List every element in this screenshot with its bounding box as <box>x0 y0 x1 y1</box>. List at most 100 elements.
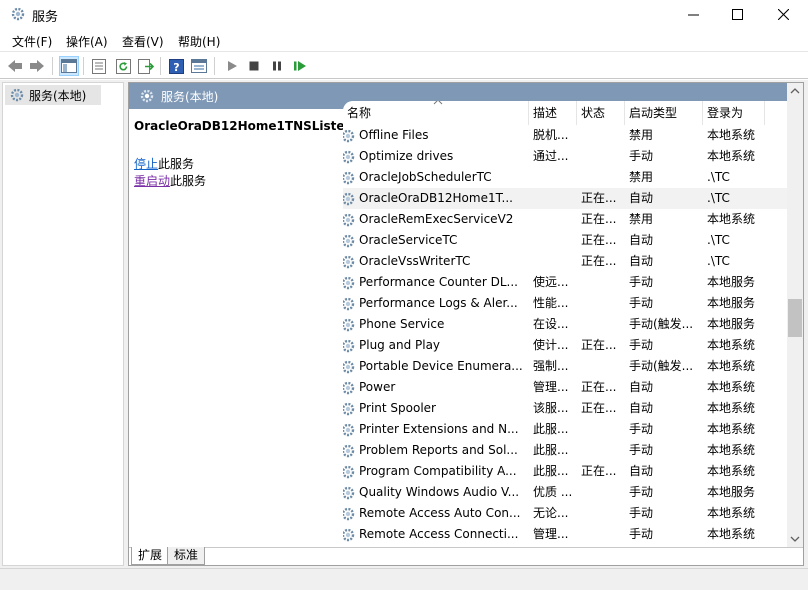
service-row[interactable]: OracleOraDB12Home1T... 正在... 自动 .\TC <box>343 188 787 209</box>
service-gear-icon <box>343 486 355 499</box>
service-row[interactable]: Program Compatibility A... 此服... 正在... 自动 本地… <box>343 461 787 482</box>
tree-item-services-local[interactable]: 服务(本地) <box>5 85 101 105</box>
menu-file[interactable]: 文件(F) <box>12 33 52 50</box>
column-header-status[interactable]: 状态 <box>577 101 625 125</box>
service-name: Offline Files <box>359 128 429 142</box>
service-row[interactable]: Optimize drives 通过... 手动 本地系统 <box>343 146 787 167</box>
help-icon: ? <box>168 58 184 74</box>
service-description: 此服... <box>533 443 569 457</box>
stop-service-button[interactable] <box>244 56 264 76</box>
service-status: 正在... <box>581 212 617 226</box>
service-row[interactable]: Performance Logs & Aler... 性能... 手动 本地服务 <box>343 293 787 314</box>
service-name: OracleJobSchedulerTC <box>359 170 492 184</box>
column-header-description[interactable]: 描述 <box>529 101 577 125</box>
restart-service-link[interactable]: 重启动 <box>134 174 170 188</box>
close-button[interactable] <box>760 0 806 28</box>
scroll-down-icon[interactable] <box>790 535 800 543</box>
pause-service-button[interactable] <box>267 56 287 76</box>
column-header-name[interactable]: 名称 <box>343 101 529 125</box>
service-row[interactable]: Remote Access Auto Con... 无论... 手动 本地系统 <box>343 503 787 524</box>
service-row[interactable]: Power 管理... 正在... 自动 本地系统 <box>343 377 787 398</box>
service-startup-type: 手动 <box>629 149 654 163</box>
scroll-up-icon[interactable] <box>790 87 800 95</box>
service-row[interactable]: OracleJobSchedulerTC 禁用 .\TC <box>343 167 787 188</box>
service-log-on-as: 本地系统 <box>707 380 756 394</box>
start-service-button[interactable] <box>222 56 242 76</box>
service-row[interactable]: Quality Windows Audio V... 优质 ... 手动 本地服务 <box>343 482 787 503</box>
toolbar-separator <box>83 57 84 75</box>
service-gear-icon <box>343 318 355 331</box>
service-description: 使远... <box>533 275 569 289</box>
service-row[interactable]: Portable Device Enumera... 强制... 手动(触发... 本… <box>343 356 787 377</box>
service-row[interactable]: Print Spooler 该服... 正在... 自动 本地系统 <box>343 398 787 419</box>
service-gear-icon <box>343 423 355 436</box>
view-button[interactable] <box>189 56 209 76</box>
service-name: Problem Reports and Sol... <box>359 443 518 457</box>
export-list-button[interactable] <box>136 56 156 76</box>
service-name: Remote Access Connecti... <box>359 527 519 541</box>
service-name: OracleServiceTC <box>359 233 458 247</box>
properties-button[interactable] <box>89 56 109 76</box>
toolbar-separator <box>160 57 161 75</box>
column-header-log-on-as[interactable]: 登录为 <box>703 101 765 125</box>
minimize-button[interactable] <box>670 0 716 28</box>
service-row[interactable]: OracleVssWriterTC 正在... 自动 .\TC <box>343 251 787 272</box>
svg-text:?: ? <box>173 61 179 74</box>
service-log-on-as: .\TC <box>707 170 730 184</box>
help-button[interactable]: ? <box>166 56 186 76</box>
selected-service-name: OracleOraDB12Home1TNSListener <box>134 119 368 133</box>
service-description: 使计... <box>533 338 569 352</box>
service-row[interactable]: Performance Counter DL... 使远... 手动 本地服务 <box>343 272 787 293</box>
title-bar: 服务 <box>0 0 808 30</box>
service-startup-type: 手动 <box>629 527 654 541</box>
stop-service-link[interactable]: 停止 <box>134 157 158 171</box>
export-list-icon <box>138 58 154 74</box>
service-row[interactable]: Problem Reports and Sol... 此服... 手动 本地系统 <box>343 440 787 461</box>
tab-standard[interactable]: 标准 <box>167 547 206 565</box>
service-description: 性能... <box>533 296 569 310</box>
service-row[interactable]: Remote Access Connecti... 管理... 手动 本地系统 <box>343 524 787 545</box>
properties-icon <box>92 58 106 74</box>
service-row[interactable]: Phone Service 在设... 手动(触发... 本地服务 <box>343 314 787 335</box>
resume-service-icon <box>294 61 306 71</box>
vertical-scrollbar[interactable] <box>787 83 803 549</box>
services-list: 名称 描述 状态 启动类型 登录为 Offline Files 脱机... 禁用 本地… <box>343 101 787 547</box>
resume-service-button[interactable] <box>290 56 310 76</box>
service-row[interactable]: Offline Files 脱机... 禁用 本地系统 <box>343 125 787 146</box>
service-row[interactable]: OracleServiceTC 正在... 自动 .\TC <box>343 230 787 251</box>
menu-help[interactable]: 帮助(H) <box>178 33 220 50</box>
service-row[interactable]: OracleRemExecServiceV2 正在... 禁用 本地系统 <box>343 209 787 230</box>
service-log-on-as: 本地服务 <box>707 317 756 331</box>
details-pane-title: 服务(本地) <box>161 89 219 104</box>
service-row[interactable]: Plug and Play 使计... 正在... 手动 本地系统 <box>343 335 787 356</box>
tab-extended[interactable]: 扩展 <box>131 547 170 565</box>
service-name: Printer Extensions and N... <box>359 422 519 436</box>
service-gear-icon <box>343 465 355 478</box>
maximize-button[interactable] <box>714 0 760 28</box>
service-gear-icon <box>343 507 355 520</box>
back-button[interactable] <box>5 56 25 76</box>
forward-button[interactable] <box>27 56 47 76</box>
service-gear-icon <box>343 150 355 163</box>
column-header-startup-type[interactable]: 启动类型 <box>625 101 703 125</box>
service-startup-type: 手动 <box>629 506 654 520</box>
service-name: Remote Access Auto Con... <box>359 506 521 520</box>
service-row[interactable]: Printer Extensions and N... 此服... 手动 本地系统 <box>343 419 787 440</box>
service-description: 该服... <box>533 401 569 415</box>
service-name-cell: Performance Counter DL... <box>343 272 525 293</box>
service-name-cell: Program Compatibility A... <box>343 461 525 482</box>
menu-action[interactable]: 操作(A) <box>66 33 108 50</box>
service-gear-icon <box>343 528 355 541</box>
service-log-on-as: 本地系统 <box>707 149 756 163</box>
service-startup-type: 自动 <box>629 233 654 247</box>
service-name: Plug and Play <box>359 338 441 352</box>
service-description: 管理... <box>533 527 569 541</box>
service-detail-panel: OracleOraDB12Home1TNSListener 停止此服务 重启动此… <box>129 109 367 549</box>
service-description: 此服... <box>533 464 569 478</box>
refresh-button[interactable] <box>113 56 133 76</box>
menu-view[interactable]: 查看(V) <box>122 33 164 50</box>
show-tree-button[interactable] <box>59 56 79 76</box>
refresh-icon <box>115 58 131 74</box>
restart-service-suffix: 此服务 <box>170 174 207 188</box>
scrollbar-thumb[interactable] <box>788 299 802 337</box>
